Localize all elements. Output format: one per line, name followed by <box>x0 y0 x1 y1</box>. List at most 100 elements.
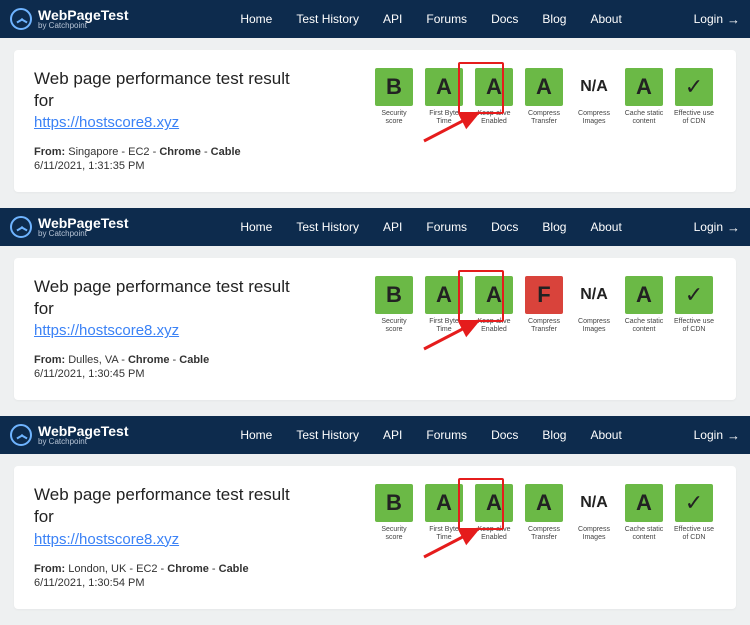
grade-box <box>675 484 713 522</box>
grade-label: First Byte Time <box>422 526 466 542</box>
nav-link[interactable]: About <box>590 428 621 442</box>
grade-column: A Compress Transfer <box>522 68 566 126</box>
grade-label: Cache static content <box>622 526 666 542</box>
result-heading: Web page performance test result for <box>34 484 314 528</box>
nav-link[interactable]: Test History <box>296 220 359 234</box>
grade-column: A Cache static content <box>622 484 666 542</box>
grade-box <box>675 68 713 106</box>
nav-link[interactable]: API <box>383 12 402 26</box>
result-card: Web page performance test result for htt… <box>14 466 736 608</box>
arrow-right-icon: → <box>727 220 740 235</box>
nav-link[interactable]: Blog <box>542 220 566 234</box>
nav-links: Home Test History API Forums Docs Blog About <box>169 428 694 442</box>
grade-label: Compress Transfer <box>522 526 566 542</box>
grade-label: Effective use of CDN <box>672 318 716 334</box>
nav-link[interactable]: Blog <box>542 428 566 442</box>
nav-link[interactable]: About <box>590 12 621 26</box>
grade-label: Keep-alive Enabled <box>472 318 516 334</box>
grade-column: A Keep-alive Enabled <box>472 68 516 126</box>
grade-box: B <box>375 276 413 314</box>
login-label: Login <box>694 428 723 442</box>
login-link[interactable]: Login → <box>694 428 740 443</box>
grade-column: A First Byte Time <box>422 276 466 334</box>
grade-box: A <box>425 484 463 522</box>
grade-box: A <box>475 276 513 314</box>
grade-column: A Compress Transfer <box>522 484 566 542</box>
arrow-right-icon: → <box>727 428 740 443</box>
grade-label: Keep-alive Enabled <box>472 110 516 126</box>
grade-label: Compress Transfer <box>522 110 566 126</box>
nav-link[interactable]: Blog <box>542 12 566 26</box>
grade-column: Effective use of CDN <box>672 68 716 126</box>
grade-column: A Keep-alive Enabled <box>472 276 516 334</box>
login-link[interactable]: Login → <box>694 220 740 235</box>
nav-link[interactable]: Home <box>240 220 272 234</box>
grade-label: Cache static content <box>622 110 666 126</box>
grade-label: Security score <box>372 110 416 126</box>
grade-label: Compress Transfer <box>522 318 566 334</box>
nav-link[interactable]: About <box>590 220 621 234</box>
grade-box: A <box>525 484 563 522</box>
grade-label: Cache static content <box>622 318 666 334</box>
grade-box: B <box>375 484 413 522</box>
grade-column: Effective use of CDN <box>672 484 716 542</box>
grade-column: B Security score <box>372 68 416 126</box>
nav-link[interactable]: Docs <box>491 428 518 442</box>
grades-row: B Security score A First Byte Time A Kee… <box>372 484 716 542</box>
grade-label: Effective use of CDN <box>672 526 716 542</box>
grade-column: A First Byte Time <box>422 484 466 542</box>
login-link[interactable]: Login → <box>694 12 740 27</box>
result-card: Web page performance test result for htt… <box>14 50 736 192</box>
grade-column: A Cache static content <box>622 276 666 334</box>
nav-link[interactable]: Forums <box>426 12 467 26</box>
result-heading: Web page performance test result for <box>34 276 314 320</box>
nav-links: Home Test History API Forums Docs Blog About <box>169 12 694 26</box>
result-card: Web page performance test result for htt… <box>14 258 736 400</box>
grade-box: A <box>425 276 463 314</box>
grade-label: First Byte Time <box>422 318 466 334</box>
gauge-icon <box>10 424 32 446</box>
grade-label: First Byte Time <box>422 110 466 126</box>
nav-link[interactable]: Test History <box>296 12 359 26</box>
nav-link[interactable]: Forums <box>426 428 467 442</box>
brand-title: WebPageTest <box>38 424 129 438</box>
brand-title: WebPageTest <box>38 8 129 22</box>
grade-column: A Cache static content <box>622 68 666 126</box>
timestamp: 6/11/2021, 1:30:45 PM <box>34 368 314 380</box>
grade-column: N/A Compress Images <box>572 68 616 126</box>
login-label: Login <box>694 220 723 234</box>
nav-link[interactable]: Home <box>240 428 272 442</box>
grades-row: B Security score A First Byte Time A Kee… <box>372 68 716 126</box>
grade-column: A First Byte Time <box>422 68 466 126</box>
grade-column: A Keep-alive Enabled <box>472 484 516 542</box>
grade-label: Keep-alive Enabled <box>472 526 516 542</box>
nav-link[interactable]: Docs <box>491 220 518 234</box>
nav-link[interactable]: Test History <box>296 428 359 442</box>
tested-url-link[interactable]: https://hostscore8.xyz <box>34 531 179 548</box>
nav-link[interactable]: API <box>383 428 402 442</box>
brand-title: WebPageTest <box>38 216 129 230</box>
brand: WebPageTest by Catchpoint <box>10 424 129 446</box>
tested-url-link[interactable]: https://hostscore8.xyz <box>34 114 179 131</box>
nav-link[interactable]: API <box>383 220 402 234</box>
grade-column: Effective use of CDN <box>672 276 716 334</box>
nav-links: Home Test History API Forums Docs Blog About <box>169 220 694 234</box>
gauge-icon <box>10 216 32 238</box>
arrow-right-icon: → <box>727 12 740 27</box>
nav-link[interactable]: Home <box>240 12 272 26</box>
nav-link[interactable]: Forums <box>426 220 467 234</box>
grade-box: N/A <box>575 484 613 522</box>
grade-label: Security score <box>372 526 416 542</box>
navbar: WebPageTest by Catchpoint HomeTest Histo… <box>0 208 750 246</box>
grade-label: Effective use of CDN <box>672 110 716 126</box>
grade-column: N/A Compress Images <box>572 276 616 334</box>
grade-label: Security score <box>372 318 416 334</box>
tested-url-link[interactable]: https://hostscore8.xyz <box>34 322 179 339</box>
navbar: WebPageTest by Catchpoint Home Test Histo… <box>0 416 750 454</box>
grade-box: B <box>375 68 413 106</box>
grade-box: A <box>475 68 513 106</box>
grade-column: F Compress Transfer <box>522 276 566 334</box>
grade-box: A <box>625 276 663 314</box>
grade-box: A <box>625 68 663 106</box>
nav-link[interactable]: Docs <box>491 12 518 26</box>
